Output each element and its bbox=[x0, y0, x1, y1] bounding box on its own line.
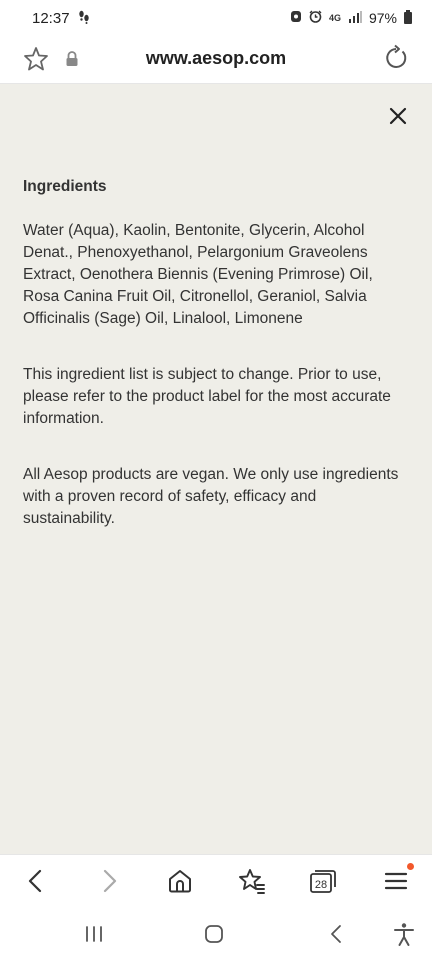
tab-count: 28 bbox=[315, 879, 327, 891]
close-icon[interactable] bbox=[386, 104, 410, 128]
ingredients-heading: Ingredients bbox=[23, 178, 107, 195]
battery-percent: 97% bbox=[368, 10, 397, 26]
status-bar: 12:37 4G 97% bbox=[0, 0, 432, 36]
vegan-statement: All Aesop products are vegan. We only us… bbox=[23, 466, 399, 527]
url-text: www.aesop.com bbox=[145, 48, 287, 68]
bookmarks-icon[interactable] bbox=[236, 865, 268, 897]
signal-icon bbox=[348, 10, 362, 26]
back-arrow-icon[interactable] bbox=[20, 865, 52, 897]
ingredients-panel: Ingredients Water (Aqua), Kaolin, Benton… bbox=[0, 84, 432, 854]
home-icon[interactable] bbox=[164, 865, 196, 897]
status-right: 4G 97% bbox=[290, 10, 412, 26]
step-counter-icon bbox=[78, 10, 90, 27]
recents-icon[interactable] bbox=[80, 920, 108, 948]
reload-icon[interactable] bbox=[382, 44, 410, 72]
tabs-icon[interactable]: 28 bbox=[307, 865, 339, 897]
url-field[interactable]: www.aesop.com bbox=[0, 48, 432, 69]
alarm-icon bbox=[309, 10, 322, 26]
address-bar: www.aesop.com bbox=[0, 36, 432, 84]
nav-home-icon[interactable] bbox=[200, 920, 228, 948]
browser-toolbar: 28 bbox=[0, 854, 432, 906]
menu-icon[interactable] bbox=[380, 863, 414, 897]
accessibility-icon[interactable] bbox=[390, 920, 418, 948]
system-nav-bar bbox=[0, 906, 432, 960]
security-icon bbox=[290, 10, 302, 26]
battery-icon bbox=[404, 10, 412, 24]
network-type: 4G bbox=[328, 13, 341, 23]
ingredients-notice: This ingredient list is subject to chang… bbox=[23, 366, 391, 427]
forward-arrow-icon[interactable] bbox=[93, 865, 125, 897]
status-left: 12:37 bbox=[32, 10, 90, 27]
ingredients-list: Water (Aqua), Kaolin, Bentonite, Glyceri… bbox=[23, 222, 373, 327]
nav-back-icon[interactable] bbox=[322, 920, 350, 948]
notification-dot bbox=[407, 863, 414, 870]
status-time: 12:37 bbox=[32, 9, 70, 27]
